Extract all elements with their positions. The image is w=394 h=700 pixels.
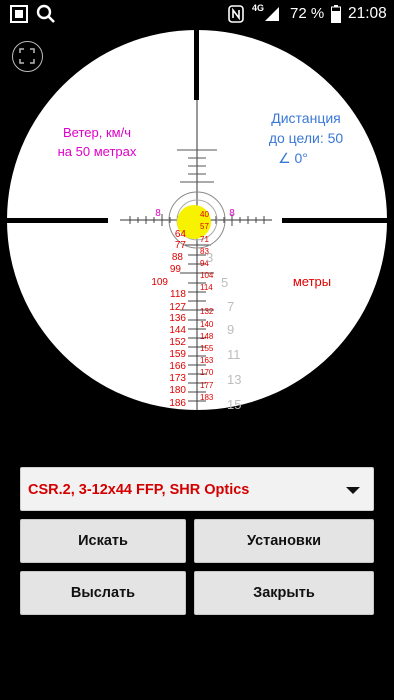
hold-label-right: 57 — [200, 222, 209, 231]
hold-label-left: 166 — [169, 361, 186, 372]
hold-label-right: 132 — [200, 307, 214, 316]
hold-label-right: 140 — [200, 320, 214, 329]
send-button[interactable]: Выслать — [20, 571, 186, 615]
distance-line2: до цели: 50 — [269, 130, 344, 146]
meters-label: метры — [293, 274, 331, 289]
hold-label-right: 155 — [200, 344, 214, 353]
dropdown-arrow-icon — [346, 487, 360, 494]
hold-label-right: 170 — [200, 368, 214, 377]
right-post — [282, 218, 394, 223]
hold-label-left: 180 — [169, 385, 186, 396]
search-button[interactable]: Искать — [20, 519, 186, 563]
mil-label: 15 — [227, 397, 241, 412]
mil-label: 3 — [206, 250, 213, 265]
hold-label-left: 88 — [172, 252, 184, 263]
hold-label-left: 127 — [169, 302, 186, 313]
hold-label-left: 173 — [169, 373, 186, 384]
hold-label-left: 136 — [169, 313, 186, 324]
hold-label-right: 71 — [200, 235, 209, 244]
hold-label-left: 64 — [175, 229, 187, 240]
hold-label-left: 186 — [169, 398, 186, 409]
left-post — [0, 218, 108, 223]
mil-label: 7 — [227, 299, 234, 314]
top-post — [194, 0, 199, 100]
scope-view: Ветер, км/ч на 50 метрах Дистанция до це… — [0, 0, 394, 412]
reticle-select-value: CSR.2, 3-12x44 FFP, SHR Optics — [28, 482, 250, 498]
hold-label-left: 99 — [170, 264, 182, 275]
wind-label-line2: на 50 метрах — [58, 144, 137, 159]
hold-label-left: 77 — [175, 240, 187, 251]
hold-label-left: 152 — [169, 337, 186, 348]
hold-label-right: 177 — [200, 381, 214, 390]
hold-label-right: 104 — [200, 271, 214, 280]
mil-label: 9 — [227, 322, 234, 337]
hold-label-right: 163 — [200, 356, 214, 365]
wind-label-line1: Ветер, км/ч — [63, 125, 131, 140]
distance-line1: Дистанция — [271, 110, 341, 126]
hold-label-left: 159 — [169, 349, 186, 360]
fullscreen-button[interactable] — [12, 41, 43, 72]
hold-label-right: 40 — [200, 210, 209, 219]
hold-label-right: 148 — [200, 332, 214, 341]
fullscreen-icon — [19, 48, 35, 64]
hold-label-left: 144 — [169, 325, 186, 336]
reticle-select[interactable]: CSR.2, 3-12x44 FFP, SHR Optics — [20, 467, 374, 511]
wind-mark-left: 8 — [155, 208, 161, 219]
mil-label: 13 — [227, 372, 241, 387]
hold-label-right: 114 — [200, 283, 213, 292]
close-button[interactable]: Закрыть — [194, 571, 374, 615]
distance-line3: ∠ 0° — [278, 150, 308, 166]
hold-label-right: 183 — [200, 393, 214, 402]
hold-label-left: 109 — [151, 277, 168, 288]
hold-label-left: 118 — [170, 289, 186, 300]
settings-button[interactable]: Установки — [194, 519, 374, 563]
wind-mark-right: 8 — [229, 208, 235, 219]
mil-label: 5 — [221, 275, 228, 290]
mil-label: 11 — [227, 347, 241, 362]
